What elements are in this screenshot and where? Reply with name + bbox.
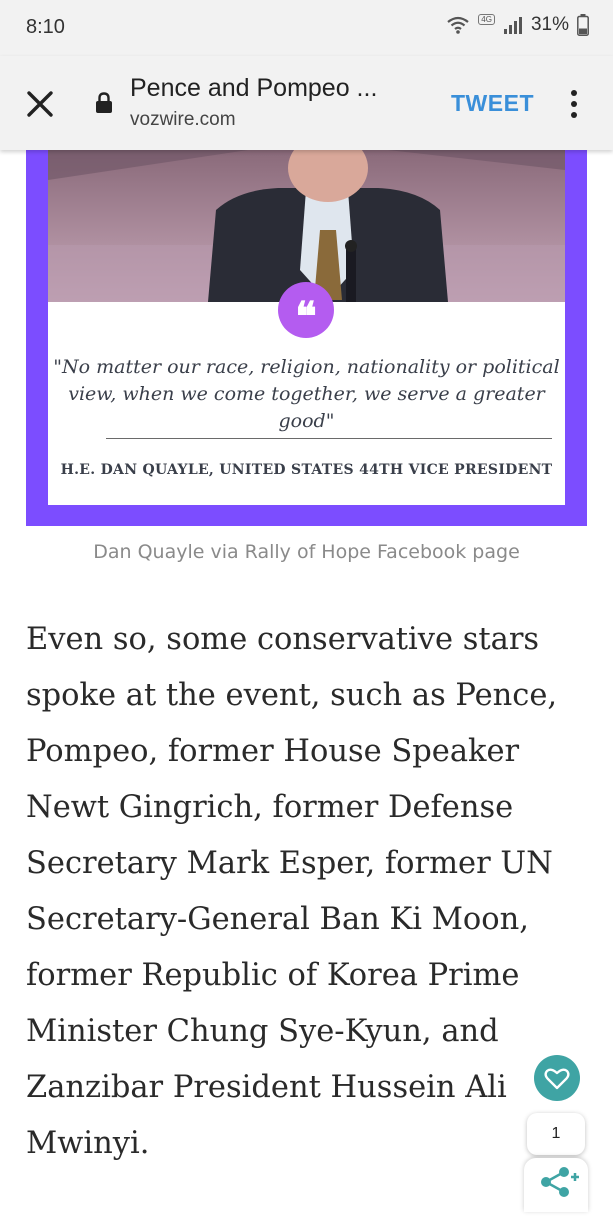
like-count: 1 (527, 1113, 585, 1155)
quote-attribution: H.E. DAN QUAYLE, UNITED STATES 44TH VICE… (60, 462, 553, 478)
speaker-photo (48, 150, 565, 302)
battery-percent: 31% (530, 14, 569, 35)
network-badge: 4G (478, 13, 495, 25)
browser-toolbar: Pence and Pompeo ... vozwire.com TWEET (0, 56, 613, 150)
status-time: 8:10 (26, 16, 65, 38)
share-icon (541, 1167, 579, 1197)
like-button[interactable] (534, 1055, 580, 1101)
tweet-button[interactable]: TWEET (451, 90, 534, 117)
lock-icon (96, 92, 112, 113)
heart-icon (544, 1068, 570, 1090)
quote-text: "No matter our race, religion, nationali… (53, 356, 560, 432)
quote-divider (106, 438, 552, 439)
speaker-illustration (48, 150, 565, 302)
more-vert-icon (571, 90, 577, 118)
more-menu-button[interactable] (566, 86, 582, 122)
quote-mark-icon: ❝ (278, 282, 334, 340)
image-caption: Dan Quayle via Rally of Hope Facebook pa… (93, 541, 520, 563)
status-icons: 4G 31% (446, 13, 589, 36)
article-image: "No matter our race, religion, nationali… (26, 150, 587, 526)
status-bar: 8:10 4G 31% (0, 0, 613, 56)
close-icon (27, 91, 53, 117)
signal-icon (503, 17, 522, 34)
article-paragraph: Even so, some conservative stars spoke a… (26, 622, 558, 1161)
share-button[interactable] (524, 1158, 588, 1212)
wifi-icon (447, 16, 469, 34)
page-title: Pence and Pompeo ... (130, 74, 378, 102)
battery-icon (577, 14, 589, 36)
close-button[interactable] (22, 86, 58, 122)
page-domain: vozwire.com (130, 109, 236, 130)
